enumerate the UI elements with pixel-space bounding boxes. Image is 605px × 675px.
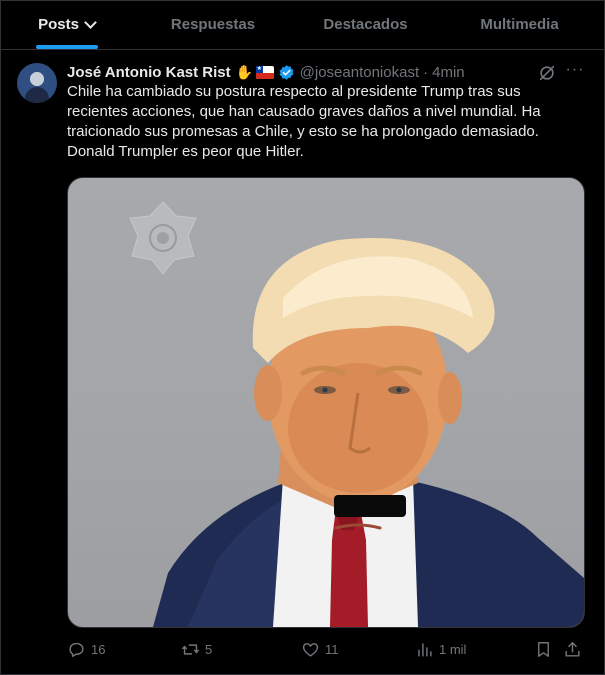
- avatar-figure: [25, 87, 49, 103]
- like-button[interactable]: 11: [301, 638, 339, 660]
- tab-destacados[interactable]: Destacados: [294, 0, 437, 49]
- bookmark-icon: [538, 641, 549, 657]
- tab-posts[interactable]: Posts: [1, 0, 132, 49]
- tab-multimedia[interactable]: Multimedia: [437, 0, 602, 49]
- reply-button[interactable]: 16: [67, 638, 105, 660]
- share-icon: [565, 641, 580, 657]
- post-header: José Antonio Kast Rist ✋ ★ @joseantoniok…: [67, 63, 465, 81]
- author-name[interactable]: José Antonio Kast Rist: [67, 64, 231, 81]
- grok-icon[interactable]: [538, 64, 556, 82]
- views-chart-icon: [418, 642, 432, 657]
- chevron-down-icon: [84, 15, 97, 29]
- repost-count: 5: [205, 641, 213, 657]
- active-tab-indicator: [35, 45, 98, 49]
- repost-icon: [181, 643, 200, 655]
- reply-count: 16: [91, 641, 106, 657]
- post-actions: 16 5 11 1 mil: [67, 638, 583, 660]
- avatar[interactable]: [17, 63, 57, 103]
- more-options-icon[interactable]: ···: [565, 62, 585, 82]
- chile-flag-icon: ★: [255, 65, 274, 79]
- bookmark-button[interactable]: [534, 638, 553, 660]
- separator-dot: ·: [423, 63, 429, 81]
- tab-destacados-label: Destacados: [323, 16, 408, 33]
- mugshot-photo-icon: [129, 201, 584, 627]
- post-text: Chile ha cambiado su postura respecto al…: [67, 83, 541, 160]
- view-count: 1 mil: [439, 641, 467, 657]
- share-button[interactable]: [563, 638, 582, 660]
- waving-hand-icon: ✋: [235, 64, 254, 80]
- post-media-image[interactable]: [67, 177, 585, 628]
- tab-respuestas[interactable]: Respuestas: [132, 0, 294, 49]
- tab-multimedia-label: Multimedia: [480, 16, 559, 33]
- author-handle[interactable]: @joseantoniokast: [300, 64, 419, 81]
- sheriff-seal: [129, 201, 197, 275]
- verified-badge-icon[interactable]: [278, 64, 295, 81]
- views-button[interactable]: 1 mil: [415, 638, 466, 660]
- repost-button[interactable]: 5: [181, 638, 212, 660]
- tab-posts-label: Posts: [38, 16, 79, 33]
- heart-icon: [302, 642, 319, 657]
- post-time[interactable]: 4min: [432, 64, 465, 81]
- profile-tabs: Posts Respuestas Destacados Multimedia: [1, 0, 604, 50]
- reply-icon: [69, 642, 84, 657]
- like-count: 11: [325, 641, 339, 657]
- tab-respuestas-label: Respuestas: [170, 16, 256, 33]
